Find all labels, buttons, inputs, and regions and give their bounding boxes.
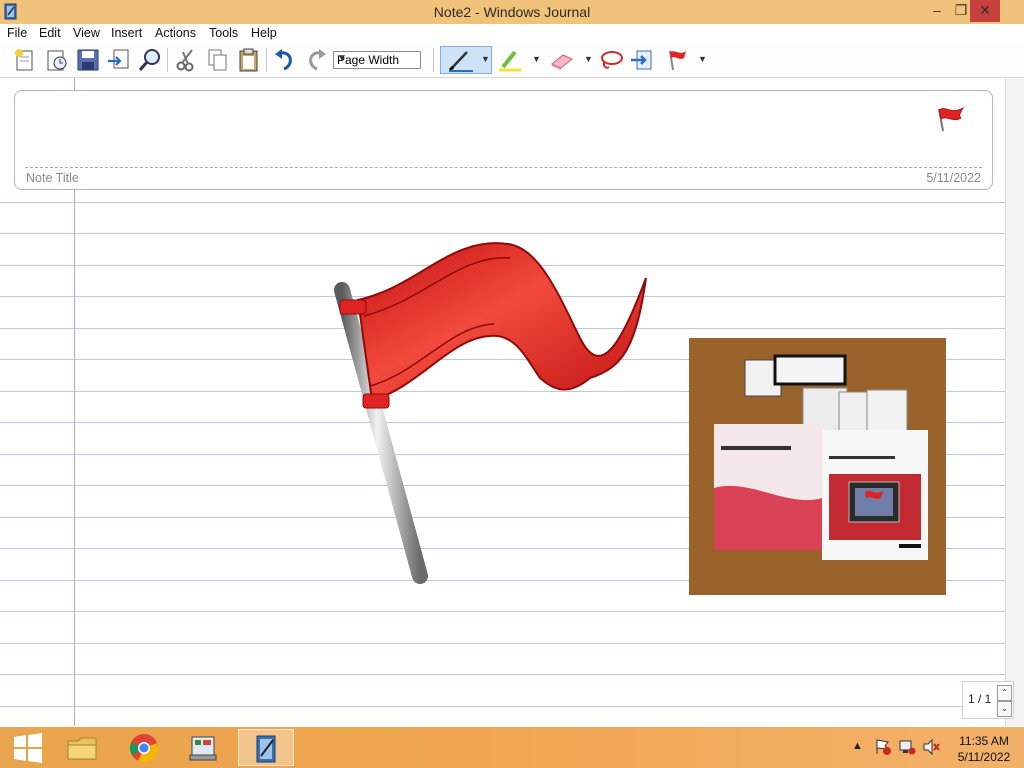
page-navigator: 1 / 1 ⌃ ⌄ — [962, 681, 1014, 719]
close-button[interactable]: ✕ — [970, 0, 1000, 22]
ruled-line — [0, 202, 1005, 203]
ruled-line — [0, 674, 1005, 675]
taskbar: ▲ 11:35 AM 5/11/2022 — [0, 727, 1024, 768]
note-date: 5/11/2022 — [926, 171, 981, 185]
window-title: Note2 - Windows Journal — [433, 4, 591, 20]
undo-icon[interactable] — [272, 47, 298, 73]
previous-page-button[interactable]: ⌃ — [997, 685, 1012, 701]
insert-space-icon[interactable] — [629, 47, 655, 73]
taskbar-control-panel[interactable] — [176, 729, 232, 766]
windows-logo-icon — [14, 733, 42, 763]
import-icon[interactable] — [106, 47, 132, 73]
new-note-template-icon[interactable] — [44, 47, 70, 73]
save-icon[interactable] — [75, 47, 101, 73]
clock-time: 11:35 AM — [959, 734, 1009, 748]
chevron-down-icon: ▼ — [337, 53, 347, 64]
start-button[interactable] — [0, 729, 56, 766]
highlighter-icon[interactable] — [497, 47, 523, 73]
volume-muted-icon[interactable] — [922, 738, 940, 759]
pen-tool-button[interactable]: ▼ — [440, 46, 492, 74]
toolbar: Page Width ▼ ▼ ▼ ▼ ▼ — [0, 43, 1024, 78]
menu-insert[interactable]: Insert — [111, 26, 142, 40]
windows-journal-icon — [256, 735, 276, 763]
paste-icon[interactable] — [236, 47, 262, 73]
menu-help[interactable]: Help — [251, 26, 277, 40]
ruled-line — [0, 706, 1005, 707]
clock-date: 5/11/2022 — [957, 750, 1011, 764]
vertical-scrollbar[interactable] — [1005, 78, 1024, 726]
redo-icon[interactable] — [303, 47, 329, 73]
menu-edit[interactable]: Edit — [39, 26, 61, 40]
folder-icon — [67, 737, 97, 760]
title-bar: Note2 - Windows Journal – ❐ ✕ — [0, 0, 1024, 24]
flag-dropdown-icon[interactable]: ▼ — [698, 54, 707, 64]
toolbar-separator — [433, 48, 434, 72]
toolbar-separator — [167, 48, 168, 72]
menu-bar: File Edit View Insert Actions Tools Help — [0, 24, 1024, 43]
action-center-flag-icon[interactable] — [874, 738, 892, 759]
pen-dropdown-icon[interactable]: ▼ — [481, 54, 490, 64]
visual-basic-photo[interactable] — [689, 338, 946, 595]
eraser-dropdown-icon[interactable]: ▼ — [584, 54, 593, 64]
chrome-icon — [130, 734, 159, 763]
ruled-line — [0, 643, 1005, 644]
menu-file[interactable]: File — [7, 26, 27, 40]
taskbar-windows-journal[interactable] — [238, 729, 294, 766]
network-icon[interactable] — [898, 738, 916, 759]
menu-view[interactable]: View — [73, 26, 100, 40]
new-note-icon[interactable] — [12, 47, 38, 73]
taskbar-file-explorer[interactable] — [54, 729, 110, 766]
copy-icon[interactable] — [205, 47, 231, 73]
zoom-select[interactable]: Page Width ▼ — [333, 51, 421, 69]
cut-icon[interactable] — [173, 47, 199, 73]
flag-clipart[interactable] — [330, 238, 690, 588]
eraser-icon[interactable] — [549, 47, 575, 73]
flag-icon[interactable] — [664, 47, 690, 73]
title-divider — [25, 167, 982, 168]
find-icon[interactable] — [137, 47, 163, 73]
taskbar-clock[interactable]: 11:35 AM 5/11/2022 — [948, 733, 1020, 765]
ruled-line — [0, 233, 1005, 234]
control-panel-icon — [189, 736, 217, 761]
toolbar-separator — [266, 48, 267, 72]
taskbar-chrome[interactable] — [116, 729, 172, 766]
menu-actions[interactable]: Actions — [155, 26, 196, 40]
ruled-line — [0, 611, 1005, 612]
note-title-placeholder[interactable]: Note Title — [26, 171, 79, 185]
note-canvas[interactable]: Note Title 5/11/2022 — [0, 78, 1005, 726]
note-title-area[interactable]: Note Title 5/11/2022 — [14, 90, 993, 190]
show-hidden-icons-icon[interactable]: ▲ — [852, 740, 863, 752]
page-count: 1 / 1 — [968, 692, 992, 706]
flag-icon[interactable] — [935, 103, 967, 135]
menu-tools[interactable]: Tools — [209, 26, 238, 40]
next-page-button[interactable]: ⌄ — [997, 701, 1012, 717]
highlighter-dropdown-icon[interactable]: ▼ — [532, 54, 541, 64]
lasso-select-icon[interactable] — [598, 47, 624, 73]
